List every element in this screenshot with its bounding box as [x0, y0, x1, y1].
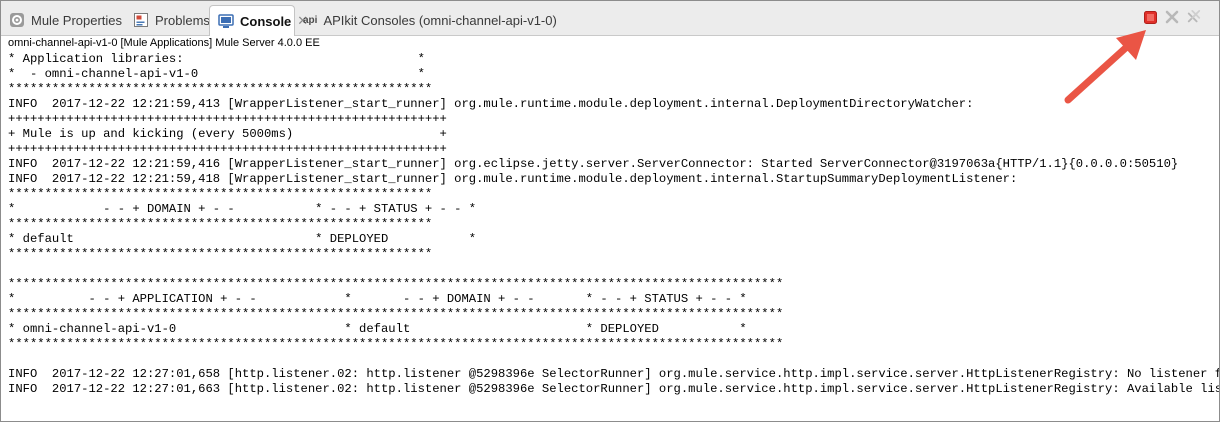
console-line: INFO 2017-12-22 12:21:59,418 [WrapperLis…: [8, 172, 1018, 186]
tab-label: Problems: [155, 12, 210, 28]
api-icon: api: [303, 14, 318, 26]
tab-apikit-consoles[interactable]: api APIkit Consoles (omni-channel-api-v1…: [295, 5, 557, 35]
console-line: ****************************************…: [8, 277, 784, 291]
problems-icon: [133, 12, 149, 28]
tab-console[interactable]: Console ✕: [209, 5, 308, 36]
console-icon: [218, 13, 234, 29]
process-label: omni-channel-api-v1-0 [Mule Applications…: [8, 37, 320, 49]
console-line: ****************************************…: [8, 217, 433, 231]
console-line: ****************************************…: [8, 307, 784, 321]
remove-launch-icon[interactable]: [1165, 10, 1179, 24]
tab-label: Mule Properties: [31, 12, 123, 28]
red-arrow-annotation: [1064, 30, 1146, 104]
tab-mule-properties[interactable]: Mule Properties: [1, 5, 122, 35]
console-line: ++++++++++++++++++++++++++++++++++++++++…: [8, 142, 447, 156]
console-line: ****************************************…: [8, 187, 433, 201]
console-line: ****************************************…: [8, 337, 784, 351]
console-line: * - - + DOMAIN + - - * - - + STATUS + - …: [8, 202, 477, 216]
console-line: INFO 2017-12-22 12:27:01,658 [http.liste…: [8, 367, 1219, 381]
console-line: * - omni-channel-api-v1-0 *: [8, 67, 425, 81]
console-line: * Application libraries: *: [8, 52, 425, 66]
console-line: ****************************************…: [8, 82, 433, 96]
console-line: ++++++++++++++++++++++++++++++++++++++++…: [8, 112, 447, 126]
tab-label: APIkit Consoles (omni-channel-api-v1-0): [323, 12, 557, 28]
console-line: + Mule is up and kicking (every 5000ms) …: [8, 127, 447, 141]
remove-all-terminated-icon[interactable]: [1187, 10, 1201, 24]
console-line: INFO 2017-12-22 12:21:59,416 [WrapperLis…: [8, 157, 1179, 171]
console-view: Mule Properties Problems Console ✕ api A…: [0, 0, 1220, 422]
view-tab-bar: Mule Properties Problems Console ✕ api A…: [1, 1, 1219, 36]
console-line: INFO 2017-12-22 12:27:01,663 [http.liste…: [8, 382, 1219, 396]
tab-label: Console: [240, 13, 292, 29]
gear-icon: [9, 12, 25, 28]
console-line: * omni-channel-api-v1-0 * default * DEPL…: [8, 322, 747, 336]
console-line: * - - + APPLICATION + - - * - - + DOMAIN…: [8, 292, 747, 306]
console-output[interactable]: * Application libraries: * * - omni-chann…: [8, 52, 1219, 418]
console-line: * default * DEPLOYED *: [8, 232, 477, 246]
console-line: INFO 2017-12-22 12:21:59,413 [WrapperLis…: [8, 97, 974, 111]
tab-problems[interactable]: Problems: [125, 5, 210, 35]
console-line: ****************************************…: [8, 247, 433, 261]
